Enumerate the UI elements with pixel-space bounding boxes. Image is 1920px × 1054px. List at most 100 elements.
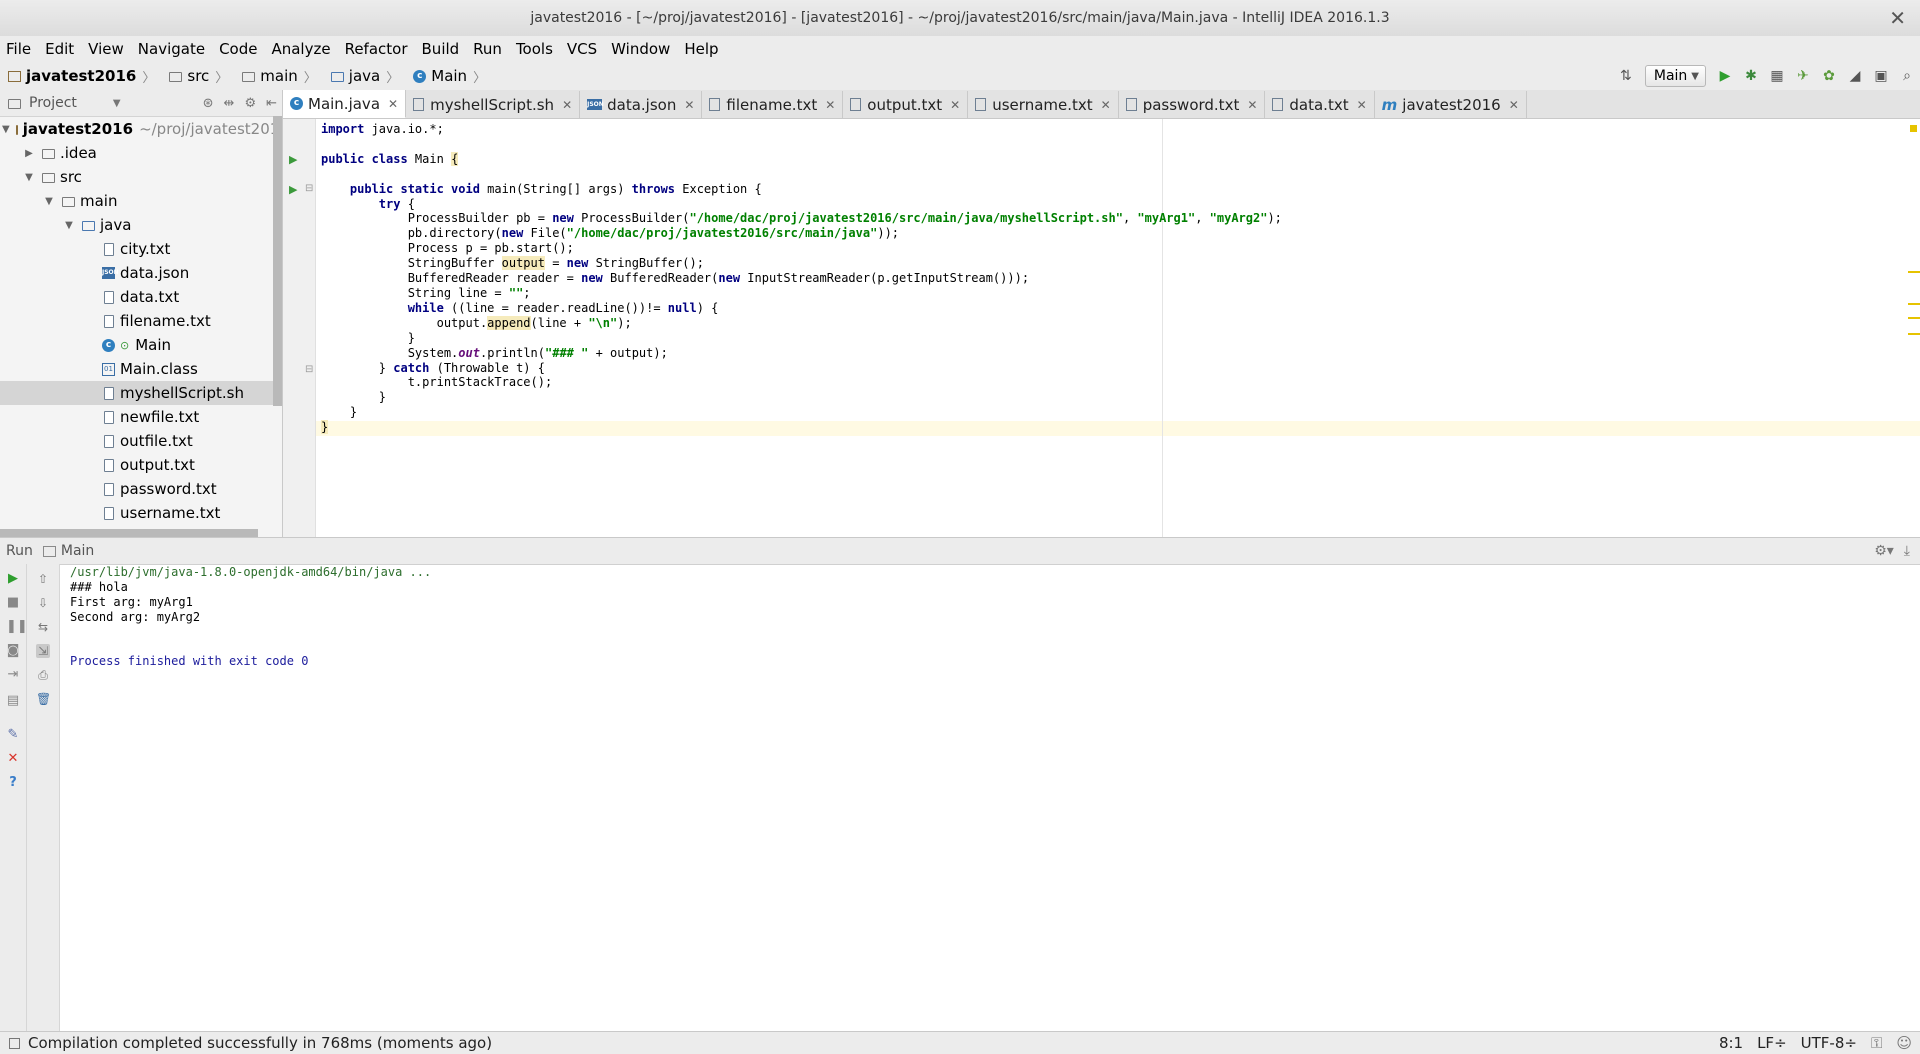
tab-password-txt[interactable]: password.txt ✕ bbox=[1118, 91, 1266, 118]
tab-main-java[interactable]: c Main.java ✕ bbox=[283, 90, 407, 118]
close-icon[interactable]: ✕ bbox=[1101, 98, 1111, 112]
hide-panel-icon[interactable]: ⤓ bbox=[1904, 543, 1910, 559]
console-command-line[interactable]: /usr/lib/jvm/java-1.8.0-openjdk-amd64/bi… bbox=[70, 565, 431, 580]
tree-item-data-txt[interactable]: data.txt bbox=[0, 285, 282, 309]
tree-item-src[interactable]: ▼ src bbox=[0, 165, 282, 189]
tree-item-outfile-txt[interactable]: outfile.txt bbox=[0, 429, 282, 453]
stop-icon[interactable]: ■ bbox=[6, 596, 20, 610]
breadcrumb-project[interactable]: javatest2016 〉 bbox=[0, 67, 161, 86]
menu-file[interactable]: File bbox=[0, 40, 37, 58]
project-tree-horizontal-scrollbar[interactable] bbox=[0, 529, 258, 537]
console-output[interactable]: /usr/lib/jvm/java-1.8.0-openjdk-amd64/bi… bbox=[70, 565, 431, 669]
menu-vcs[interactable]: VCS bbox=[561, 40, 603, 58]
close-icon[interactable]: ✕ bbox=[6, 752, 20, 766]
warning-mark[interactable] bbox=[1908, 303, 1920, 305]
run-ant-icon[interactable]: ✿ bbox=[1818, 65, 1840, 87]
run-gutter-icon[interactable]: ▶ bbox=[289, 153, 297, 166]
menu-run[interactable]: Run bbox=[467, 40, 508, 58]
tree-item-data-json[interactable]: JSON data.json bbox=[0, 261, 282, 285]
arrow-up-icon[interactable]: ⇧ bbox=[36, 572, 50, 586]
coverage-icon[interactable]: ▦ bbox=[1766, 65, 1788, 87]
tree-item-main-classfile[interactable]: 01 Main.class bbox=[0, 357, 282, 381]
gear-icon[interactable]: ⚙ bbox=[244, 96, 256, 111]
menu-analyze[interactable]: Analyze bbox=[265, 40, 336, 58]
menu-help[interactable]: Help bbox=[678, 40, 724, 58]
menu-navigate[interactable]: Navigate bbox=[132, 40, 211, 58]
help-icon[interactable]: ? bbox=[6, 776, 20, 790]
project-structure-icon[interactable]: ▣ bbox=[1870, 65, 1892, 87]
fold-icon[interactable]: ⊟ bbox=[305, 364, 313, 375]
error-stripe[interactable] bbox=[1906, 119, 1920, 537]
exit-icon[interactable]: ⇥ bbox=[6, 668, 20, 682]
tree-item-username-txt[interactable]: username.txt bbox=[0, 501, 282, 525]
tree-item-idea[interactable]: ▶ .idea bbox=[0, 141, 282, 165]
tree-item-main[interactable]: ▼ main bbox=[0, 189, 282, 213]
tree-item-root[interactable]: ▼ javatest2016 ~/proj/javatest2016 bbox=[0, 117, 282, 141]
code-editor[interactable]: ▶ ▶ ⊟ ⊟ import java.io.*; public class M… bbox=[283, 119, 1920, 537]
dump-threads-icon[interactable]: ◙ bbox=[6, 644, 20, 658]
line-separator[interactable]: LF÷ bbox=[1757, 1034, 1787, 1052]
tab-data-txt[interactable]: data.txt ✕ bbox=[1265, 91, 1375, 118]
menu-view[interactable]: View bbox=[82, 40, 130, 58]
chevron-down-icon[interactable]: ▼ bbox=[22, 172, 36, 183]
menu-refactor[interactable]: Refactor bbox=[339, 40, 414, 58]
caret-position[interactable]: 8:1 bbox=[1719, 1034, 1743, 1052]
tree-item-city-txt[interactable]: city.txt bbox=[0, 237, 282, 261]
print-icon[interactable]: ⎙ bbox=[36, 668, 50, 682]
sync-icon[interactable]: ⊛ bbox=[203, 96, 214, 111]
lock-icon[interactable]: ⚿ bbox=[1871, 1034, 1882, 1052]
stop-icon[interactable]: ◢ bbox=[1844, 65, 1866, 87]
chevron-down-icon[interactable]: ▼ bbox=[62, 220, 76, 231]
close-icon[interactable]: ✕ bbox=[562, 98, 572, 112]
close-icon[interactable]: ✕ bbox=[1509, 98, 1519, 112]
chevron-down-icon[interactable]: ▼ bbox=[113, 98, 121, 109]
run-configuration-select[interactable]: Main ▼ bbox=[1644, 65, 1706, 87]
scroll-to-end-icon[interactable]: ⇲ bbox=[36, 644, 50, 658]
hide-panel-icon[interactable]: ⇤ bbox=[266, 96, 277, 111]
warning-mark[interactable] bbox=[1908, 271, 1920, 273]
pin-icon[interactable]: ✎ bbox=[6, 728, 20, 742]
warning-mark[interactable] bbox=[1908, 333, 1920, 335]
menu-edit[interactable]: Edit bbox=[39, 40, 80, 58]
run-icon[interactable]: ▶ bbox=[1714, 65, 1736, 87]
chevron-down-icon[interactable]: ▼ bbox=[42, 196, 56, 207]
breadcrumb-main-class[interactable]: c Main 〉 bbox=[405, 67, 492, 86]
tab-javatest2016[interactable]: m javatest2016 ✕ bbox=[1374, 91, 1527, 118]
arrow-down-icon[interactable]: ⇩ bbox=[36, 596, 50, 610]
rerun-icon[interactable]: ▶ bbox=[6, 572, 20, 586]
menu-tools[interactable]: Tools bbox=[510, 40, 559, 58]
tree-item-myshellscript[interactable]: myshellScript.sh bbox=[0, 381, 282, 405]
close-icon[interactable]: ✕ bbox=[950, 98, 960, 112]
close-icon[interactable]: ✕ bbox=[825, 98, 835, 112]
menu-window[interactable]: Window bbox=[605, 40, 676, 58]
source-code[interactable]: import java.io.*; public class Main { pu… bbox=[321, 122, 1282, 435]
search-icon[interactable]: ⌕ bbox=[1896, 65, 1918, 87]
restore-layout-icon[interactable]: ▤ bbox=[6, 694, 20, 708]
tree-item-java[interactable]: ▼ java bbox=[0, 213, 282, 237]
build-project-icon[interactable]: ⇅ bbox=[1615, 65, 1637, 87]
tab-output-txt[interactable]: output.txt ✕ bbox=[843, 91, 969, 118]
warning-mark[interactable] bbox=[1908, 317, 1920, 319]
pause-icon[interactable]: ❚❚ bbox=[6, 620, 28, 634]
breadcrumb-java[interactable]: java 〉 bbox=[323, 67, 405, 86]
fold-icon[interactable]: ⊟ bbox=[305, 183, 313, 194]
breadcrumb-src[interactable]: src 〉 bbox=[161, 67, 234, 86]
tree-item-password-txt[interactable]: password.txt bbox=[0, 477, 282, 501]
gear-icon[interactable]: ⚙▾ bbox=[1874, 543, 1894, 559]
menu-code[interactable]: Code bbox=[213, 40, 263, 58]
run-tab-main[interactable]: Main bbox=[42, 543, 94, 559]
tab-myshellscript[interactable]: myshellScript.sh ✕ bbox=[406, 91, 581, 118]
warning-indicator-icon[interactable] bbox=[1910, 125, 1917, 132]
tree-item-output-txt[interactable]: output.txt bbox=[0, 453, 282, 477]
project-view-select[interactable]: Project bbox=[29, 95, 77, 111]
chevron-down-icon[interactable]: ▼ bbox=[2, 124, 10, 135]
debug-icon[interactable]: ✱ bbox=[1740, 65, 1762, 87]
tree-item-filename-txt[interactable]: filename.txt bbox=[0, 309, 282, 333]
close-icon[interactable]: ✕ bbox=[388, 97, 398, 111]
soft-wrap-icon[interactable]: ⇆ bbox=[36, 620, 50, 634]
close-icon[interactable]: ✕ bbox=[684, 98, 694, 112]
trash-icon[interactable]: 🗑 bbox=[36, 692, 51, 706]
close-icon[interactable]: ✕ bbox=[1247, 98, 1257, 112]
tab-filename-txt[interactable]: filename.txt ✕ bbox=[702, 91, 844, 118]
collapse-all-icon[interactable]: ⇹ bbox=[224, 96, 235, 111]
